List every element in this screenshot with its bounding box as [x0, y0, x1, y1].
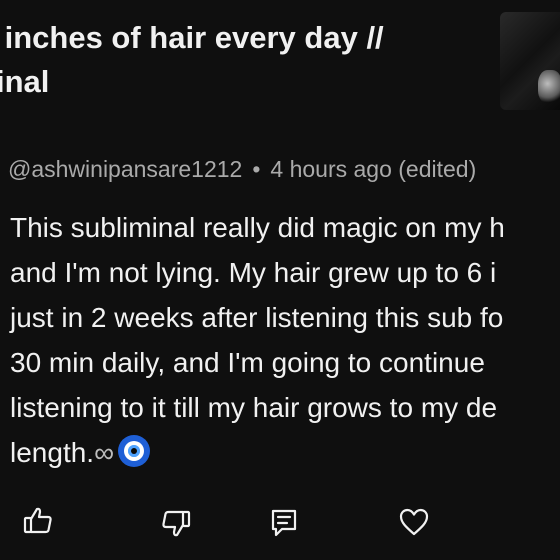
comment-time: 4 hours ago (edited): [270, 156, 477, 182]
heart-icon: [399, 508, 429, 536]
comment-body: This subliminal really did magic on my h…: [10, 205, 560, 475]
comment-actions: [0, 504, 560, 544]
comment-text: This subliminal really did magic on my h…: [10, 212, 505, 468]
comment-meta: @ashwinipansare1212 • 4 hours ago (edited): [8, 156, 476, 183]
heart-button[interactable]: [398, 506, 430, 538]
evil-eye-emoji: [118, 435, 151, 467]
dislike-button[interactable]: [160, 508, 192, 540]
infinity-emoji: ∞: [94, 437, 115, 468]
comment-author[interactable]: @ashwinipansare1212: [8, 156, 242, 182]
like-button[interactable]: [22, 504, 54, 536]
meta-separator: •: [252, 156, 261, 182]
video-title[interactable]: inches of hair every day // inal: [0, 16, 476, 104]
reply-icon: [271, 509, 297, 537]
reply-button[interactable]: [268, 507, 300, 539]
thumbs-up-icon: [23, 507, 52, 534]
thumbs-down-icon: [162, 510, 191, 537]
video-thumbnail[interactable]: [500, 12, 560, 110]
